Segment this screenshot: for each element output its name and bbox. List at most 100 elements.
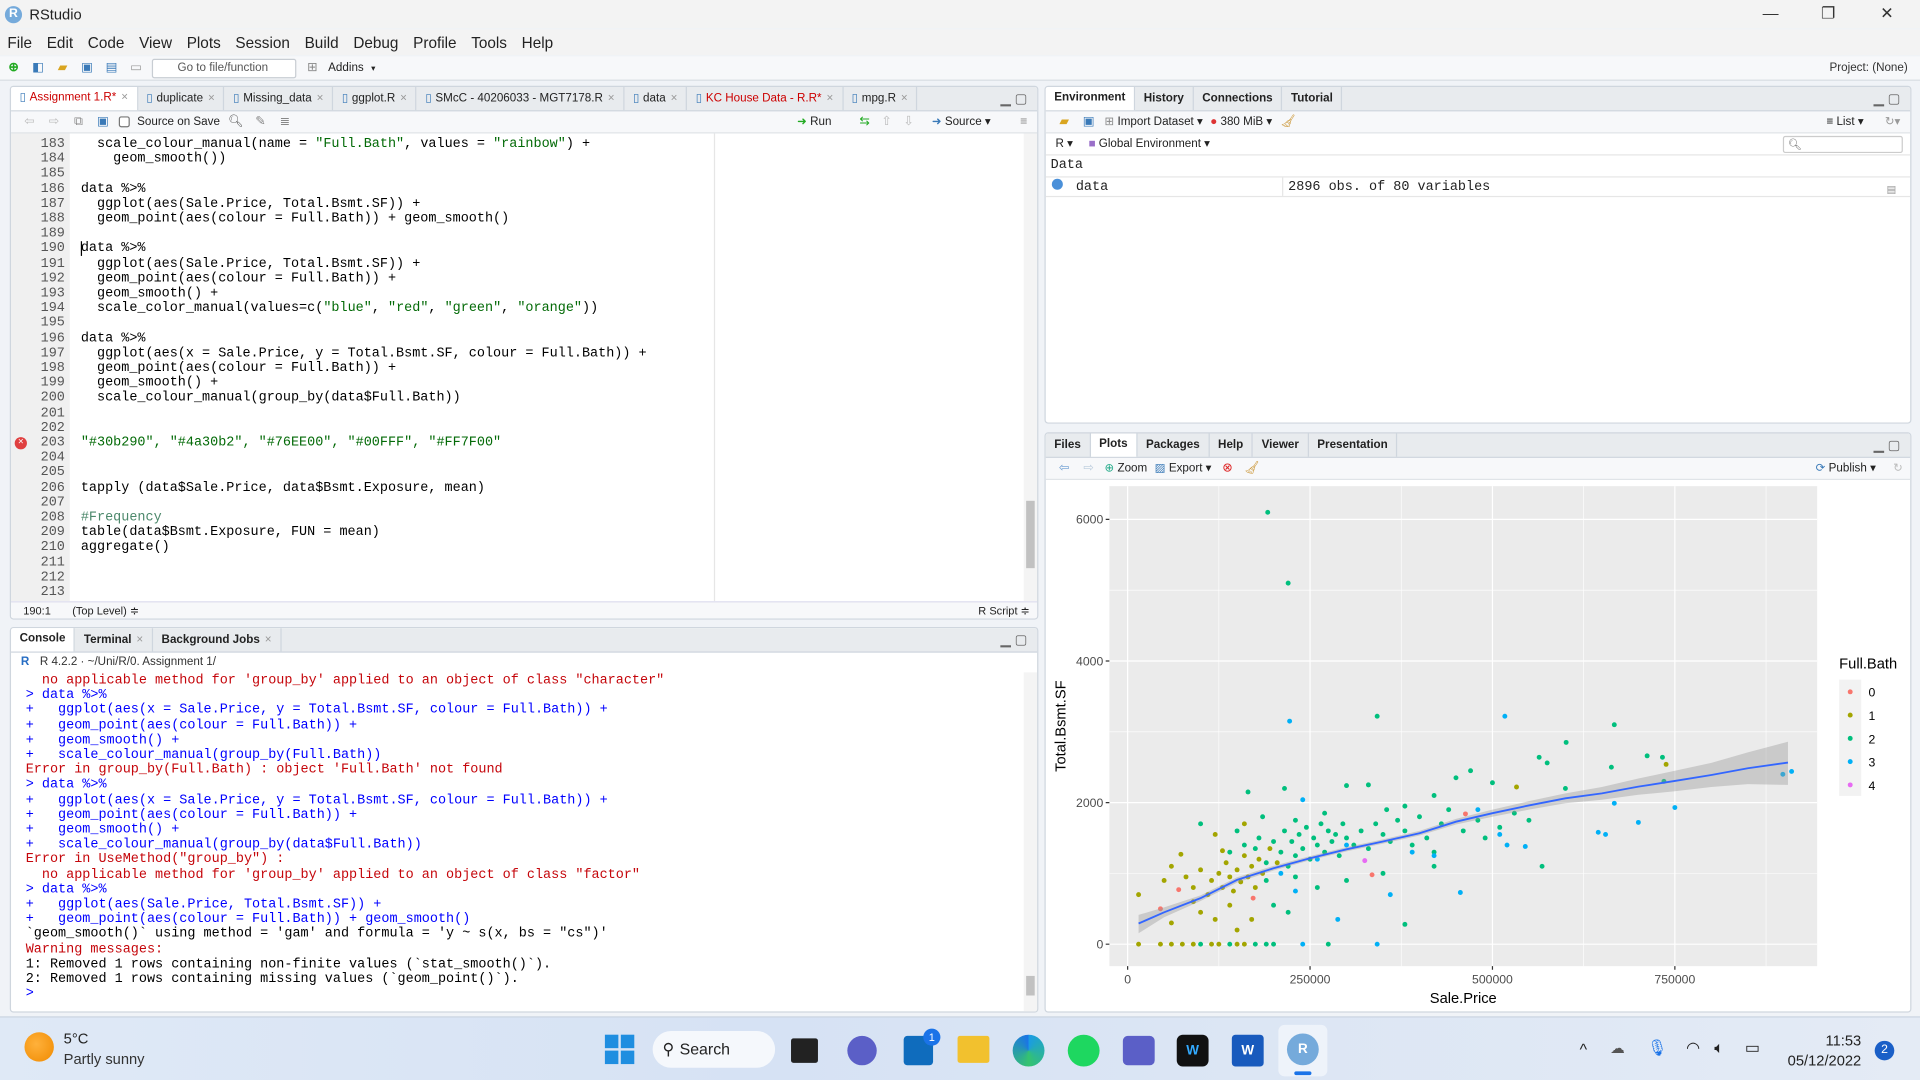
close-tab-icon[interactable]: × bbox=[208, 92, 215, 105]
zoom-button[interactable]: ⊕ Zoom bbox=[1104, 462, 1147, 475]
tab-files[interactable]: Files bbox=[1046, 433, 1091, 457]
tab-packages[interactable]: Packages bbox=[1137, 433, 1210, 457]
editor-scrollbar[interactable] bbox=[1023, 133, 1038, 602]
tab-tutorial[interactable]: Tutorial bbox=[1282, 86, 1343, 111]
menu-tools[interactable]: Tools bbox=[464, 34, 514, 51]
tab-terminal[interactable]: Terminal × bbox=[75, 628, 153, 652]
pane-maximize-icon[interactable]: ▁ ▢ bbox=[1001, 632, 1028, 648]
scrollbar-thumb[interactable] bbox=[1026, 500, 1035, 569]
clock-time[interactable]: 11:53 bbox=[1783, 1032, 1862, 1049]
close-tab-icon[interactable]: × bbox=[901, 92, 908, 105]
weather-temp[interactable]: 5°C bbox=[64, 1030, 89, 1047]
onedrive-icon[interactable]: ☁ bbox=[1610, 1040, 1625, 1057]
close-tab-icon[interactable]: × bbox=[826, 92, 833, 105]
tab-duplicate[interactable]: ▯ duplicate × bbox=[138, 86, 225, 111]
menu-build[interactable]: Build bbox=[297, 34, 346, 51]
rstudio-taskbar-button[interactable]: R bbox=[1278, 1024, 1328, 1077]
rerun-icon[interactable]: ⇆ bbox=[856, 113, 873, 130]
search-icon[interactable]: 🔍︎ bbox=[227, 113, 244, 130]
show-in-window-icon[interactable]: ⧉ bbox=[70, 113, 87, 130]
teams-icon[interactable] bbox=[1122, 1035, 1155, 1066]
close-tab-icon[interactable]: × bbox=[136, 633, 143, 646]
project-menu[interactable]: Project: (None) bbox=[1830, 61, 1908, 74]
volume-icon[interactable]: 🔈︎ bbox=[1714, 1038, 1724, 1058]
console-scrollbar[interactable] bbox=[1023, 672, 1038, 1012]
refresh-icon[interactable]: ↻▾ bbox=[1885, 115, 1901, 128]
close-tab-icon[interactable]: × bbox=[317, 92, 324, 105]
task-view-icon[interactable] bbox=[791, 1038, 818, 1063]
view-table-icon[interactable]: ▤ bbox=[1887, 181, 1895, 201]
tab-presentation[interactable]: Presentation bbox=[1309, 433, 1398, 457]
pane-maximize-icon[interactable]: ▁ ▢ bbox=[1874, 91, 1901, 107]
menu-edit[interactable]: Edit bbox=[39, 34, 80, 51]
menu-file[interactable]: File bbox=[0, 34, 39, 51]
word-icon[interactable]: W bbox=[1231, 1034, 1264, 1067]
search-button[interactable]: ⚲ Search bbox=[652, 1031, 776, 1068]
document-outline-icon[interactable]: ≡ bbox=[1015, 113, 1032, 130]
up-icon[interactable]: ⇧ bbox=[878, 113, 895, 130]
goto-file-input[interactable]: Go to file/function bbox=[151, 58, 297, 78]
filetype-selector[interactable]: R Script ≑ bbox=[978, 602, 1029, 618]
run-button[interactable]: ➜ Run bbox=[797, 115, 831, 128]
broom-icon[interactable]: 🧹︎ bbox=[1280, 113, 1297, 130]
console-output[interactable]: no applicable method for 'group_by' appl… bbox=[11, 672, 1038, 1012]
outline-icon[interactable]: ≣ bbox=[276, 113, 293, 130]
pane-maximize-icon[interactable]: ▁ ▢ bbox=[1874, 437, 1901, 453]
broom-icon[interactable]: 🧹︎ bbox=[1243, 460, 1260, 477]
clock-date[interactable]: 05/12/2022 bbox=[1783, 1052, 1862, 1069]
remove-plot-icon[interactable]: ⊗ bbox=[1219, 460, 1236, 477]
close-tab-icon[interactable]: × bbox=[121, 91, 128, 104]
addins-menu[interactable]: Addins bbox=[328, 61, 364, 74]
tab-ggplot-r[interactable]: ▯ ggplot.R × bbox=[333, 86, 417, 111]
edge-icon[interactable] bbox=[1012, 1034, 1045, 1067]
spotify-icon[interactable] bbox=[1067, 1034, 1100, 1067]
open-file-icon[interactable]: ▰ bbox=[54, 59, 71, 76]
tab-environment[interactable]: Environment bbox=[1045, 86, 1136, 111]
microphone-icon[interactable]: 🎙︎ bbox=[1647, 1038, 1667, 1058]
import-dataset-button[interactable]: ⊞ Import Dataset ▾ bbox=[1104, 115, 1202, 128]
tab-help[interactable]: Help bbox=[1209, 433, 1254, 457]
source-button[interactable]: ➜ Source ▾ bbox=[932, 115, 991, 128]
down-icon[interactable]: ⇩ bbox=[900, 113, 917, 130]
export-button[interactable]: ▨ Export ▾ bbox=[1155, 462, 1212, 475]
weather-desc[interactable]: Partly sunny bbox=[64, 1051, 145, 1068]
close-button[interactable]: ✕ bbox=[1859, 0, 1915, 28]
weather-icon[interactable] bbox=[24, 1032, 54, 1062]
menu-code[interactable]: Code bbox=[80, 34, 131, 51]
menu-debug[interactable]: Debug bbox=[346, 34, 406, 51]
scope-selector[interactable]: (Top Level) ≑ bbox=[72, 602, 139, 618]
back-icon[interactable]: ⇦ bbox=[21, 113, 38, 130]
tab-connections[interactable]: Connections bbox=[1194, 86, 1283, 111]
memory-usage-button[interactable]: ● 380 MiB ▾ bbox=[1210, 115, 1272, 128]
new-file-icon[interactable]: ⊕ bbox=[5, 59, 22, 76]
close-tab-icon[interactable]: × bbox=[400, 92, 407, 105]
previous-plot-icon[interactable]: ⇦ bbox=[1056, 460, 1073, 477]
pane-maximize-icon[interactable]: ▁ ▢ bbox=[1001, 91, 1028, 107]
code-editor[interactable]: 183 scale_colour_manual(name = "Full.Bat… bbox=[11, 133, 1038, 602]
save-all-icon[interactable]: ▤ bbox=[103, 59, 120, 76]
teams-chat-icon[interactable] bbox=[847, 1035, 877, 1066]
refresh-icon[interactable]: ↻ bbox=[1893, 462, 1903, 475]
file-explorer-icon[interactable] bbox=[957, 1035, 990, 1063]
print-icon[interactable]: ▭ bbox=[127, 59, 144, 76]
wifi-icon[interactable]: ◠ bbox=[1686, 1038, 1700, 1058]
tab-missing-data[interactable]: ▯ Missing_data × bbox=[225, 86, 334, 111]
minimize-button[interactable]: — bbox=[1742, 0, 1798, 28]
save-icon[interactable]: ▣ bbox=[94, 113, 111, 130]
environment-row[interactable]: data 2896 obs. of 80 variables ▤ bbox=[1045, 176, 1911, 198]
maximize-button[interactable]: ❐ bbox=[1800, 0, 1856, 28]
error-marker-icon[interactable]: × bbox=[14, 437, 27, 450]
tab-history[interactable]: History bbox=[1135, 86, 1194, 111]
save-workspace-icon[interactable]: ▣ bbox=[1080, 113, 1097, 130]
close-tab-icon[interactable]: × bbox=[608, 92, 615, 105]
publish-button[interactable]: ⟳ Publish ▾ bbox=[1816, 462, 1876, 475]
magic-wand-icon[interactable]: ✎ bbox=[252, 113, 269, 130]
tab-assignment-1-r-[interactable]: ▯ Assignment 1.R* × bbox=[11, 86, 138, 111]
grid-layout-icon[interactable]: ⊞ bbox=[304, 59, 321, 76]
next-plot-icon[interactable]: ⇨ bbox=[1080, 460, 1097, 477]
scrollbar-thumb[interactable] bbox=[1026, 975, 1035, 996]
tab-background-jobs[interactable]: Background Jobs × bbox=[153, 628, 282, 652]
language-selector[interactable]: R bbox=[1056, 137, 1064, 150]
scope-selector[interactable]: Global Environment bbox=[1099, 137, 1201, 150]
tab-smcc-40206033-mgt7178-r[interactable]: ▯ SMcC - 40206033 - MGT7178.R × bbox=[417, 86, 625, 111]
